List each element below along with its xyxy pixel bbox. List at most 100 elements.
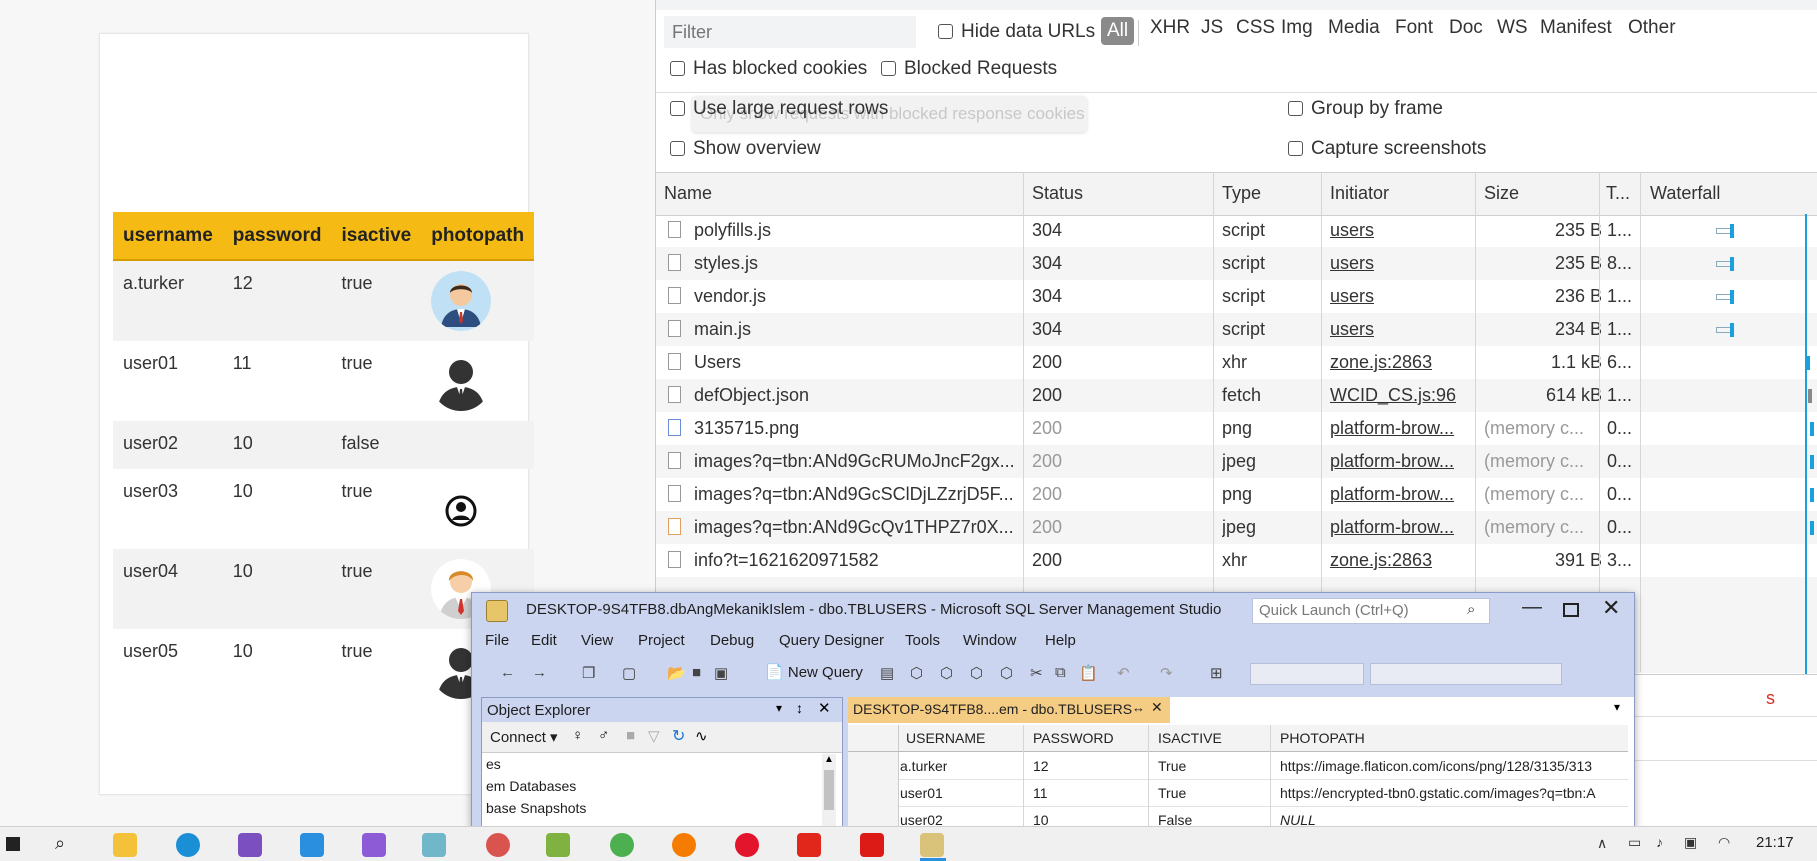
request-initiator-link[interactable]: WCID_CS.js:96 [1330,385,1456,406]
grid-row[interactable]: a.turker 12 True https://image.flaticon.… [848,752,1628,780]
column-name[interactable]: Name [664,183,712,204]
copy-icon[interactable]: ⧉ [1055,664,1066,681]
menu-project[interactable]: Project [638,632,685,649]
type-filter-js[interactable]: JS [1201,17,1223,39]
properties-icon[interactable]: ⊞ [1210,664,1223,682]
back-icon[interactable]: ← [500,664,515,681]
edge-icon[interactable] [176,833,200,857]
connect-icon[interactable]: ♀ [572,727,583,744]
app-icon-3[interactable] [546,833,570,857]
menu-view[interactable]: View [581,632,613,649]
panel-dropdown-icon[interactable]: ▾ [776,701,782,715]
maximize-button[interactable] [1563,603,1579,617]
visual-studio-2-icon[interactable] [362,833,386,857]
vscode-icon[interactable] [300,833,324,857]
menu-help[interactable]: Help [1045,632,1076,649]
close-button[interactable]: ✕ [1602,595,1620,621]
adobe-icon[interactable] [797,833,821,857]
menu-edit[interactable]: Edit [531,632,557,649]
disconnect-icon[interactable]: ♂ [598,727,609,744]
tree-node-database-snapshots[interactable]: base Snapshots [486,800,586,816]
visual-studio-icon[interactable] [238,833,262,857]
request-row[interactable]: 3135715.png 200 png platform-brow... (me… [656,412,1817,445]
redo-icon[interactable]: ↷ [1160,664,1173,682]
request-row[interactable]: images?q=tbn:ANd9GcSClDjLZzrjD5F... 200 … [656,478,1817,511]
tree-scrollbar[interactable]: ▲ [822,754,836,828]
document-tab[interactable]: DESKTOP-9S4TFB8....em - dbo.TBLUSERS ↔ ✕ [848,697,1170,723]
request-initiator-link[interactable]: zone.js:2863 [1330,550,1432,571]
connect-button[interactable]: Connect ▾ [490,728,558,746]
paste-icon[interactable]: 📋 [1079,664,1098,682]
column-time[interactable]: T... [1606,183,1630,204]
opera-icon[interactable] [735,833,759,857]
type-filter-manifest[interactable]: Manifest [1540,17,1612,39]
angular-icon[interactable] [860,833,884,857]
new-query-button[interactable]: 📄 New Query [765,663,863,681]
activity-monitor-icon[interactable]: ∿ [695,727,708,745]
type-filter-css[interactable]: CSS [1236,17,1275,39]
wifi-icon[interactable]: ◠ [1718,834,1730,851]
tab-list-dropdown-icon[interactable]: ▾ [1614,700,1620,714]
file-explorer-icon[interactable] [113,833,137,857]
request-initiator-link[interactable]: platform-brow... [1330,418,1480,439]
request-initiator-link[interactable]: users [1330,220,1374,241]
refresh-icon[interactable]: ↻ [672,726,685,746]
minimize-button[interactable]: — [1522,596,1542,619]
tree-node-system-databases[interactable]: em Databases [486,778,576,794]
cut-icon[interactable]: ✂ [1030,664,1043,682]
use-large-rows-checkbox[interactable]: Use large request rows [670,98,888,120]
type-filter-xhr[interactable]: XHR [1150,17,1190,39]
save-icon[interactable]: ■ [692,664,701,681]
save-all-icon[interactable]: ▣ [714,664,728,682]
tree-node[interactable]: es [486,756,501,772]
grid-column-isactive[interactable]: ISACTIVE [1158,730,1222,746]
request-initiator-link[interactable]: platform-brow... [1330,517,1480,538]
new-project-icon[interactable]: ❐ [582,664,595,682]
grid-cell[interactable]: a.turker [900,758,947,774]
type-filter-all[interactable]: All [1101,17,1135,45]
xmla-query-icon[interactable]: ⬡ [970,664,983,682]
mdx-query-icon[interactable]: ⬡ [910,664,923,682]
request-row[interactable]: info?t=1621620971582 200 xhr zone.js:286… [656,544,1817,577]
dax-query-icon[interactable]: ⬡ [1000,664,1013,682]
pin-icon[interactable]: ↕ [796,700,803,716]
dmx-query-icon[interactable]: ⬡ [940,664,953,682]
column-waterfall[interactable]: Waterfall [1650,183,1720,204]
chrome-icon[interactable] [610,833,634,857]
grid-cell[interactable]: https://encrypted-tbn0.gstatic.com/image… [1280,785,1625,801]
ssms-icon[interactable] [920,833,944,857]
request-initiator-link[interactable]: users [1330,319,1374,340]
filter-input[interactable] [664,16,916,48]
has-blocked-cookies-checkbox[interactable]: Has blocked cookies [670,58,867,80]
panel-close-icon[interactable]: ✕ [818,699,831,717]
type-filter-doc[interactable]: Doc [1449,17,1483,39]
tray-chevron-icon[interactable]: ∧ [1597,835,1607,852]
stop-icon[interactable]: ■ [626,727,635,744]
request-initiator-link[interactable]: users [1330,253,1374,274]
type-filter-other[interactable]: Other [1628,17,1676,39]
type-filter-font[interactable]: Font [1395,17,1433,39]
grid-column-username[interactable]: USERNAME [906,730,985,746]
grid-row[interactable]: user01 11 True https://encrypted-tbn0.gs… [848,779,1628,807]
app-icon-2[interactable] [486,833,510,857]
request-row[interactable]: defObject.json 200 fetch WCID_CS.js:96 6… [656,379,1817,412]
blocked-requests-checkbox[interactable]: Blocked Requests [881,58,1057,80]
scroll-up-icon[interactable]: ▲ [824,754,834,765]
search-icon[interactable]: ⌕ [55,833,65,854]
quick-launch-input[interactable]: Quick Launch (Ctrl+Q) ⌕ [1252,598,1490,624]
request-initiator-link[interactable]: users [1330,286,1374,307]
capture-screenshots-checkbox[interactable]: Capture screenshots [1288,138,1486,160]
grid-cell[interactable]: user01 [900,785,943,801]
request-initiator-link[interactable]: zone.js:2863 [1330,352,1432,373]
network-icon[interactable]: ▣ [1684,834,1697,851]
open-file-icon[interactable]: 📂 [667,664,686,682]
app-icon[interactable] [422,833,446,857]
menu-debug[interactable]: Debug [710,632,754,649]
column-size[interactable]: Size [1484,183,1519,204]
column-initiator[interactable]: Initiator [1330,183,1389,204]
group-by-frame-checkbox[interactable]: Group by frame [1288,98,1443,120]
request-row[interactable]: main.js 304 script users 234 B 1... [656,313,1817,346]
type-filter-ws[interactable]: WS [1497,17,1528,39]
firefox-icon[interactable] [672,833,696,857]
close-tab-icon[interactable]: ✕ [1151,699,1163,716]
